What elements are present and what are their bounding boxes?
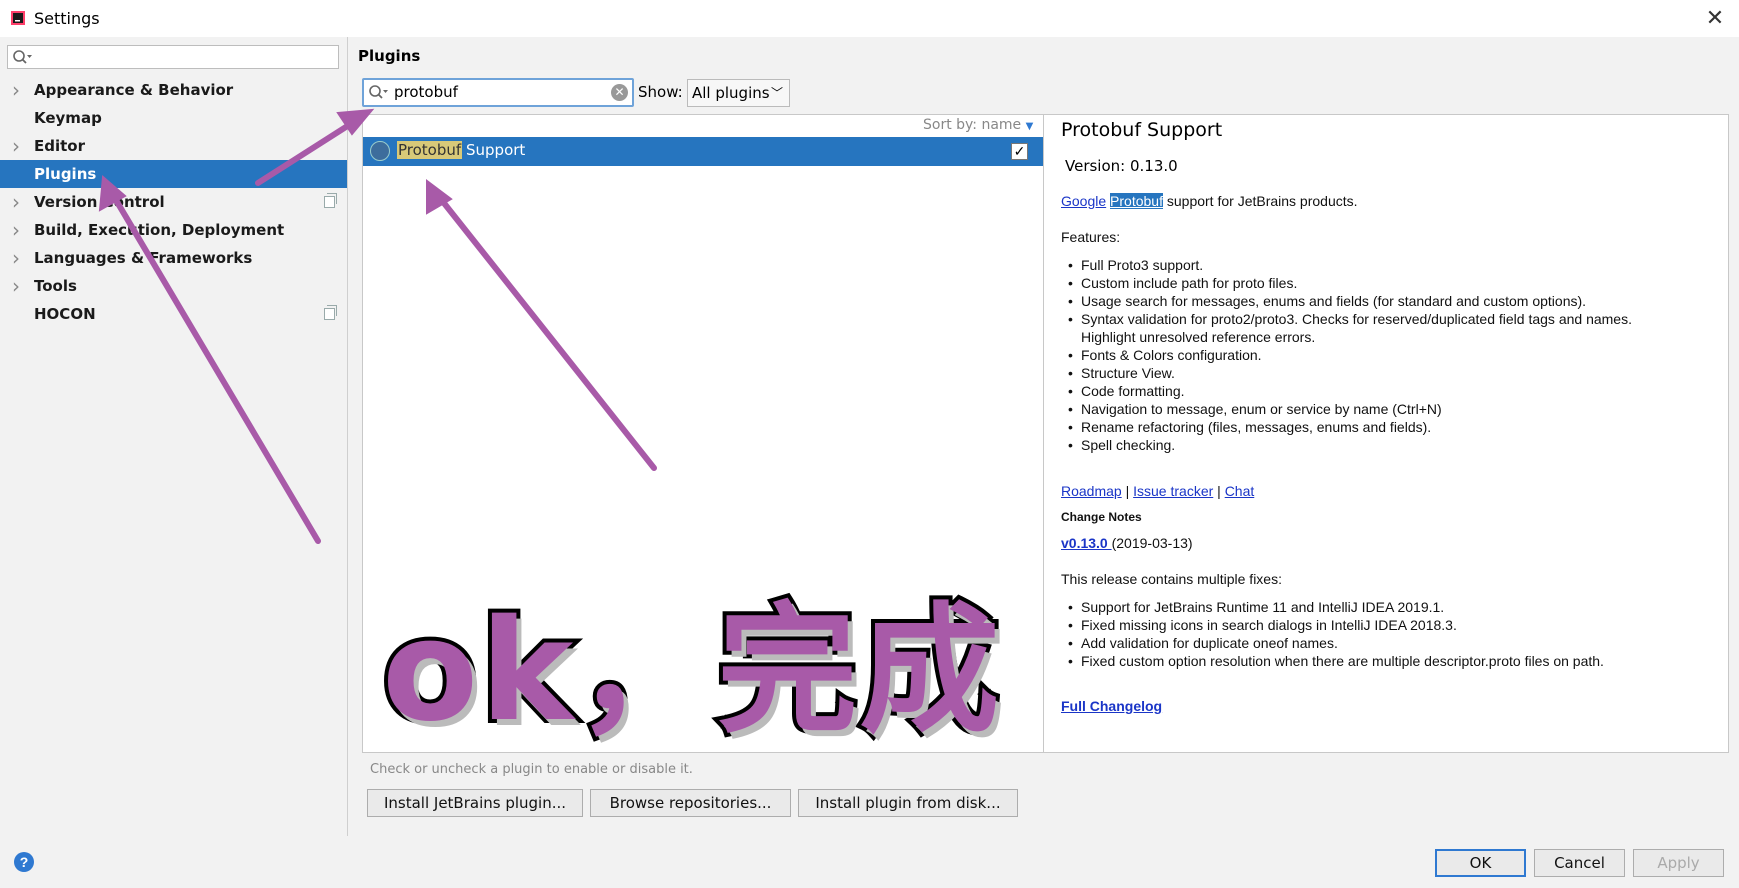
sort-by-label: Sort by: name — [923, 117, 1022, 133]
full-changelog-line: Full Changelog — [1061, 698, 1162, 714]
link-separator: | — [1213, 483, 1225, 499]
annotation-text: ok，完成 — [378, 586, 1003, 757]
plugin-enabled-checkbox[interactable]: ✓ — [1011, 143, 1028, 160]
search-icon — [369, 85, 388, 99]
sidebar-item-label: Appearance & Behavior — [34, 81, 234, 99]
issue-tracker-link[interactable]: Issue tracker — [1133, 483, 1213, 499]
fix-text: Fixed missing icons in search dialogs in… — [1081, 617, 1457, 633]
sidebar-item[interactable]: › Languages & Frameworks — [0, 244, 347, 272]
sidebar-item-label: HOCON — [34, 305, 96, 323]
release-intro: This release contains multiple fixes: — [1061, 571, 1282, 587]
features-label: Features: — [1061, 229, 1121, 245]
show-filter-select[interactable]: All plugins ﹀ — [687, 79, 790, 107]
sidebar-item-label: Keymap — [34, 109, 102, 127]
feature-text: Fonts & Colors configuration. — [1081, 347, 1262, 363]
plugin-hint: Check or uncheck a plugin to enable or d… — [370, 762, 693, 777]
show-label: Show: — [638, 83, 683, 101]
sidebar-item[interactable]: HOCON — [0, 300, 347, 328]
feature-text: Syntax validation for proto2/proto3. Che… — [1081, 311, 1632, 327]
plugin-version: Version: 0.13.0 — [1065, 157, 1178, 175]
sidebar-item-label: Tools — [34, 277, 77, 295]
clear-search-icon[interactable]: ✕ — [611, 84, 628, 101]
fix-text: Support for JetBrains Runtime 11 and Int… — [1081, 599, 1445, 615]
feature-item: Highlight unresolved reference errors. — [1081, 329, 1315, 345]
feature-text: Code formatting. — [1081, 383, 1185, 399]
plugin-search-value[interactable]: protobuf — [394, 83, 458, 101]
feature-text: Usage search for messages, enums and fie… — [1081, 293, 1587, 309]
install-from-disk-button[interactable]: Install plugin from disk... — [798, 789, 1018, 817]
feature-text: Structure View. — [1081, 365, 1175, 381]
link-separator: | — [1121, 483, 1134, 499]
settings-search-input[interactable] — [7, 45, 339, 69]
chevron-right-icon[interactable]: › — [12, 272, 24, 300]
chevron-right-icon[interactable]: › — [12, 216, 24, 244]
search-icon — [13, 50, 32, 64]
links-row: Roadmap | Issue tracker | Chat — [1061, 483, 1254, 499]
intellij-app-icon — [11, 11, 25, 25]
plugin-description: Google Protobuf support for JetBrains pr… — [1061, 193, 1358, 209]
plugin-detail-title: Protobuf Support — [1061, 119, 1223, 141]
title-bar — [0, 0, 1739, 37]
project-settings-icon — [324, 193, 337, 208]
chat-link[interactable]: Chat — [1225, 483, 1255, 499]
feature-text: Full Proto3 support. — [1081, 257, 1204, 273]
protobuf-link[interactable]: Protobuf — [1110, 193, 1163, 209]
chevron-right-icon[interactable]: › — [12, 188, 24, 216]
full-changelog-link[interactable]: Full Changelog — [1061, 698, 1162, 714]
feature-text: Highlight unresolved reference errors. — [1081, 329, 1316, 345]
change-notes-label: Change Notes — [1061, 510, 1142, 524]
page-title: Plugins — [358, 47, 421, 65]
release-date: (2019-03-13) — [1111, 535, 1193, 551]
release-line: v0.13.0 (2019-03-13) — [1061, 535, 1193, 551]
fix-text: Add validation for duplicate oneof names… — [1081, 635, 1338, 651]
sort-by-dropdown[interactable]: Sort by: name ▼ — [923, 117, 1033, 133]
window-title: Settings — [34, 9, 100, 28]
sidebar-item-label: Build, Execution, Deployment — [34, 221, 285, 239]
show-filter-value: All plugins — [692, 84, 770, 102]
sidebar-item-label: Editor — [34, 137, 85, 155]
apply-button[interactable]: Apply — [1633, 849, 1724, 877]
feature-text: Spell checking. — [1081, 437, 1176, 453]
close-icon[interactable]: ✕ — [1702, 6, 1728, 32]
help-icon[interactable]: ? — [14, 852, 34, 872]
chevron-right-icon[interactable]: › — [12, 76, 24, 104]
feature-text: Custom include path for proto files. — [1081, 275, 1298, 291]
release-version-link[interactable]: v0.13.0 — [1061, 535, 1112, 551]
sidebar-item[interactable]: › Tools — [0, 272, 347, 300]
fix-text: Fixed custom option resolution when ther… — [1081, 653, 1604, 669]
description-text: support for JetBrains products. — [1162, 193, 1358, 209]
sidebar-item[interactable]: Plugins — [0, 160, 347, 188]
feature-text: Navigation to message, enum or service b… — [1081, 401, 1442, 417]
triangle-down-icon: ▼ — [1025, 121, 1034, 132]
plugin-icon — [370, 141, 390, 161]
chevron-right-icon[interactable]: › — [12, 244, 24, 272]
sidebar-item[interactable]: › Build, Execution, Deployment — [0, 216, 347, 244]
sidebar-item-label: Version Control — [34, 193, 165, 211]
install-jetbrains-plugin-button[interactable]: Install JetBrains plugin... — [367, 789, 583, 817]
sidebar-item[interactable]: › Version Control — [0, 188, 347, 216]
google-link[interactable]: Google — [1061, 193, 1106, 209]
browse-repositories-button[interactable]: Browse repositories... — [590, 789, 791, 817]
cancel-button[interactable]: Cancel — [1534, 849, 1625, 877]
sidebar-item[interactable]: › Editor — [0, 132, 347, 160]
feature-text: Rename refactoring (files, messages, enu… — [1081, 419, 1432, 435]
plugin-row[interactable] — [363, 137, 1043, 166]
sidebar-item-label: Plugins — [34, 165, 97, 183]
sidebar-item-label: Languages & Frameworks — [34, 249, 253, 267]
chevron-right-icon[interactable]: › — [12, 132, 24, 160]
plugin-name-match: Protobuf — [397, 141, 463, 159]
chevron-down-icon: ﹀ — [770, 86, 783, 100]
sidebar-item[interactable]: Keymap — [0, 104, 347, 132]
roadmap-link[interactable]: Roadmap — [1061, 483, 1122, 499]
ok-button[interactable]: OK — [1435, 849, 1526, 877]
project-settings-icon — [324, 305, 337, 320]
plugin-name: Support — [466, 141, 526, 159]
sidebar-item[interactable]: › Appearance & Behavior — [0, 76, 347, 104]
